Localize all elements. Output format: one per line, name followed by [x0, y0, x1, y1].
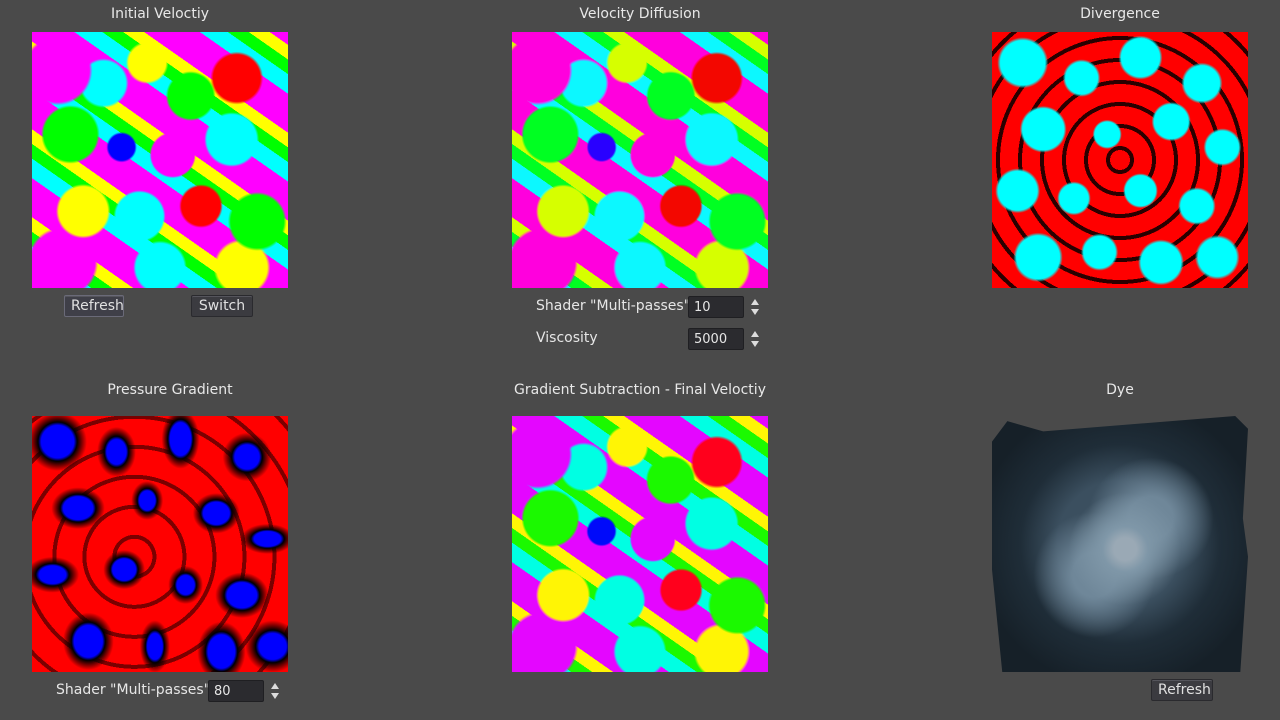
velocity-diffusion-canvas	[512, 32, 768, 288]
divergence-canvas	[992, 32, 1248, 288]
viscosity-label: Viscosity	[536, 330, 598, 346]
pressure-passes-label: Shader "Multi-passes"	[56, 682, 211, 698]
stepper-down-icon[interactable]	[271, 693, 279, 699]
diffusion-passes-label: Shader "Multi-passes"	[536, 298, 691, 314]
dye-canvas	[992, 416, 1248, 672]
dye-title: Dye	[1106, 382, 1134, 398]
initial-velocity-title: Initial Veloctiy	[110, 6, 210, 22]
dye-image	[992, 416, 1248, 672]
velocity-diffusion-title: Velocity Diffusion	[579, 6, 701, 22]
pressure-gradient-title: Pressure Gradient	[107, 382, 233, 398]
stepper-down-icon[interactable]	[751, 309, 759, 315]
pressure-passes-stepper[interactable]	[269, 680, 281, 702]
pressure-passes-field[interactable]: 80	[208, 680, 264, 702]
initial-switch-button[interactable]: Switch	[191, 295, 253, 317]
viscosity-stepper[interactable]	[749, 328, 761, 350]
viscosity-field[interactable]: 5000	[688, 328, 744, 350]
stepper-up-icon[interactable]	[271, 683, 279, 689]
stepper-up-icon[interactable]	[751, 299, 759, 305]
dye-refresh-button[interactable]: Refresh	[1151, 679, 1213, 701]
initial-velocity-canvas	[32, 32, 288, 288]
final-velocity-title: Gradient Subtraction - Final Veloctiy	[514, 382, 766, 398]
diffusion-passes-field[interactable]: 10	[688, 296, 744, 318]
diffusion-passes-stepper[interactable]	[749, 296, 761, 318]
divergence-title: Divergence	[1080, 6, 1160, 22]
stepper-down-icon[interactable]	[751, 341, 759, 347]
pressure-gradient-canvas	[32, 416, 288, 672]
final-velocity-canvas	[512, 416, 768, 672]
stepper-up-icon[interactable]	[751, 331, 759, 337]
initial-refresh-button[interactable]: Refresh	[64, 295, 124, 317]
